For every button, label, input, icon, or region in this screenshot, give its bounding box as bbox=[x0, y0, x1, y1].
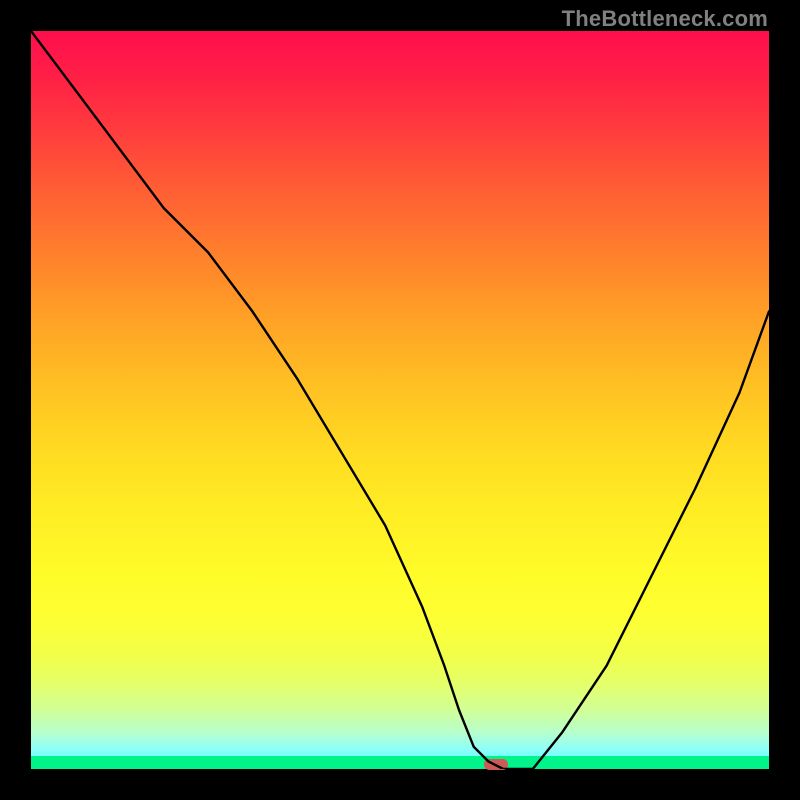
plot-area bbox=[31, 31, 769, 769]
curve-path bbox=[31, 31, 769, 769]
chart-frame: TheBottleneck.com bbox=[0, 0, 800, 800]
watermark-text: TheBottleneck.com bbox=[562, 6, 768, 32]
bottleneck-curve bbox=[31, 31, 769, 769]
